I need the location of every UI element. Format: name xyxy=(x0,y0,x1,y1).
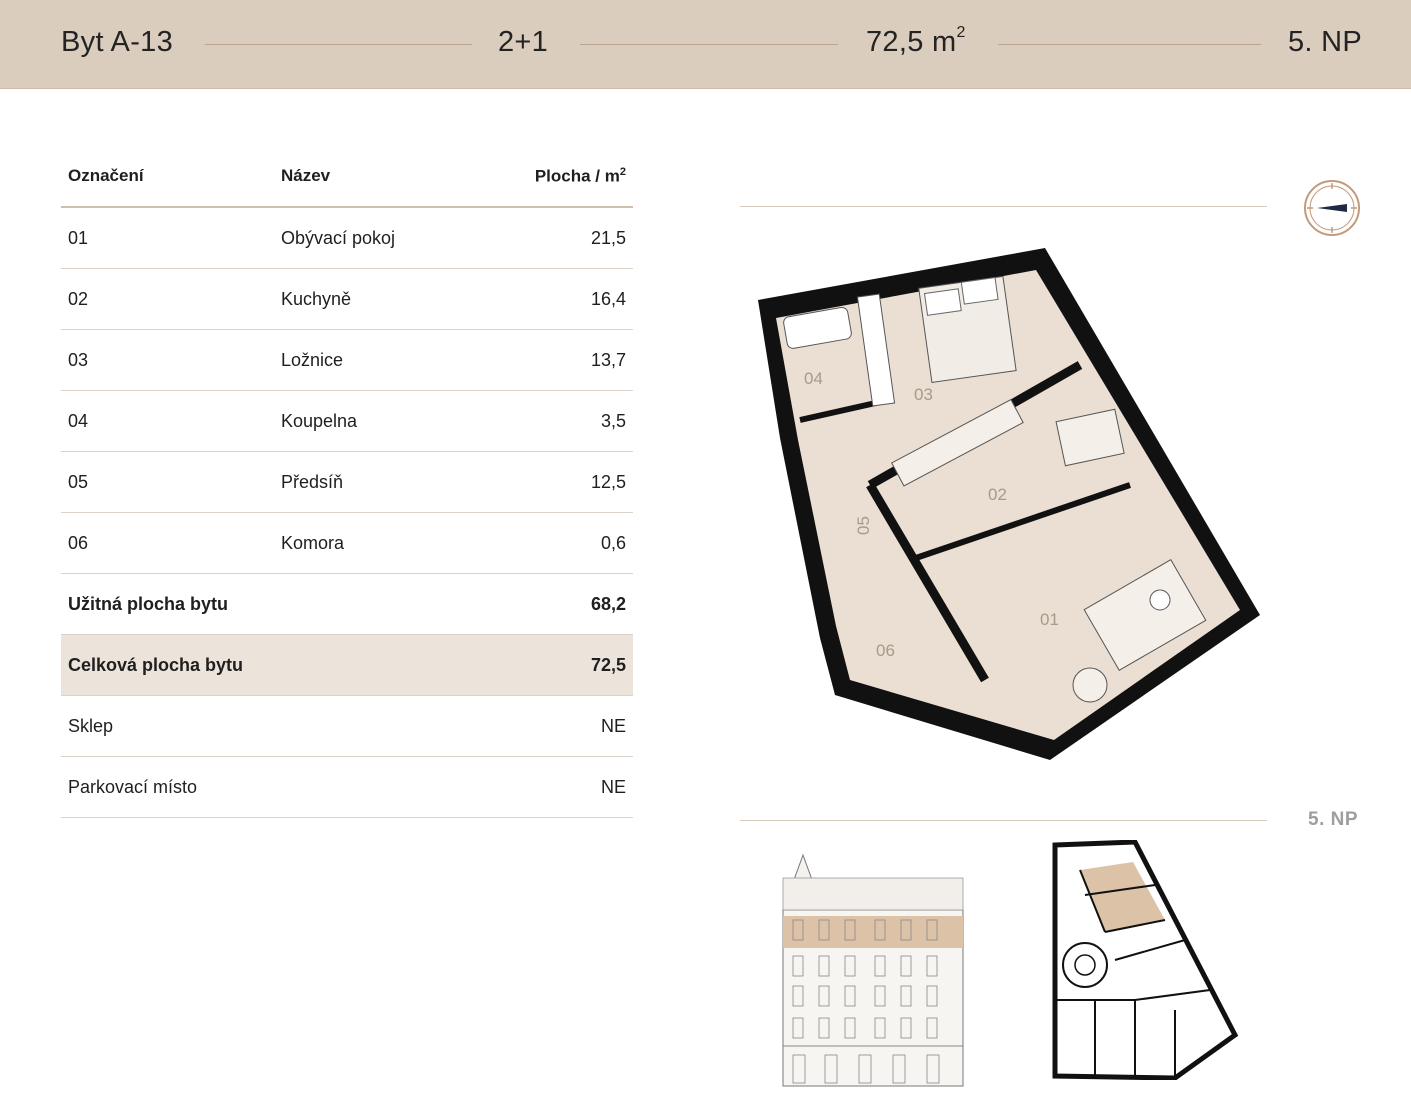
pillow xyxy=(923,288,962,316)
header-divider xyxy=(205,44,472,45)
total-area-label: Celková plocha bytu xyxy=(68,655,244,675)
room-name: Obývací pokoj xyxy=(281,228,396,248)
room-label-05: 05 xyxy=(854,516,873,535)
armchair xyxy=(1072,667,1108,703)
header-divider xyxy=(998,44,1261,45)
header-bar: Byt A-13 2+1 72,5 m2 5. NP xyxy=(0,0,1411,89)
table-row: 06 Komora 0,6 xyxy=(61,513,633,574)
table-row: 05 Předsíň 12,5 xyxy=(61,452,633,513)
room-area: 21,5 xyxy=(590,228,626,248)
floor-label: 5. NP xyxy=(1308,809,1359,830)
room-label-02: 02 xyxy=(988,485,1007,504)
plan-divider-top xyxy=(740,206,1267,207)
column-header-name: Název xyxy=(281,166,331,185)
room-name: Předsíň xyxy=(281,472,344,492)
room-area: 13,7 xyxy=(590,350,626,370)
usable-area-value: 68,2 xyxy=(590,594,626,614)
room-id: 01 xyxy=(68,228,89,248)
table-row: 01 Obývací pokoj 21,5 xyxy=(61,208,633,269)
unit-title: Byt A-13 xyxy=(61,26,174,58)
room-label-01: 01 xyxy=(1040,610,1059,629)
room-name: Koupelna xyxy=(281,411,358,431)
cellar-value: NE xyxy=(600,716,626,736)
table-row: 02 Kuchyně 16,4 xyxy=(61,269,633,330)
total-area-row: Celková plocha bytu 72,5 xyxy=(61,635,633,696)
table-row: 04 Koupelna 3,5 xyxy=(61,391,633,452)
plan-divider-bottom xyxy=(740,820,1267,821)
cellar-row: Sklep NE xyxy=(61,696,633,757)
column-header-area: Plocha / m2 xyxy=(534,166,626,186)
unit-area: 72,5 m2 xyxy=(866,24,966,58)
room-name: Ložnice xyxy=(281,350,344,370)
room-id: 02 xyxy=(68,289,89,309)
usable-area-label: Užitná plocha bytu xyxy=(68,594,229,614)
floor-overview-plan xyxy=(1052,840,1239,1080)
table-row: 03 Ložnice 13,7 xyxy=(61,330,633,391)
room-label-03: 03 xyxy=(914,385,933,404)
total-area-value: 72,5 xyxy=(590,655,626,675)
room-area: 12,5 xyxy=(590,472,626,492)
building-facade-drawing xyxy=(782,853,964,1087)
header-divider xyxy=(580,44,838,45)
cellar-label: Sklep xyxy=(68,716,114,736)
coffee-table xyxy=(1149,589,1171,611)
room-id: 04 xyxy=(68,411,89,431)
room-id: 06 xyxy=(68,533,89,553)
usable-area-row: Užitná plocha bytu 68,2 xyxy=(61,574,633,635)
area-table: Označení Název Plocha / m2 01 Obývací po… xyxy=(61,146,633,818)
pillow xyxy=(960,277,999,305)
room-label-06: 06 xyxy=(876,641,895,660)
parking-label: Parkovací místo xyxy=(68,777,198,797)
room-id: 03 xyxy=(68,350,89,370)
unit-layout: 2+1 xyxy=(498,26,549,58)
compass-icon xyxy=(1304,180,1360,236)
highlighted-floor xyxy=(783,916,963,948)
parking-value: NE xyxy=(600,777,626,797)
room-area: 3,5 xyxy=(600,411,626,431)
column-header-id: Označení xyxy=(68,166,144,185)
room-label-04: 04 xyxy=(804,369,823,388)
room-id: 05 xyxy=(68,472,89,492)
room-area: 0,6 xyxy=(600,533,626,553)
parking-row: Parkovací místo NE xyxy=(61,757,633,818)
room-name: Kuchyně xyxy=(281,289,352,309)
table-header: Označení Název Plocha / m2 xyxy=(61,146,633,208)
unit-floor: 5. NP xyxy=(1288,26,1363,58)
room-name: Komora xyxy=(281,533,345,553)
room-area: 16,4 xyxy=(590,289,626,309)
apartment-floor-plan: 01 02 03 04 05 06 xyxy=(758,248,1260,760)
